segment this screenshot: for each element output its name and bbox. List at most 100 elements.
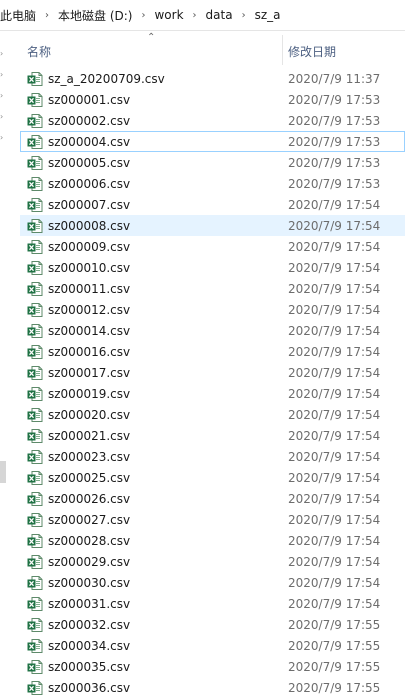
breadcrumb-item[interactable]: 本地磁盘 (D:)	[54, 7, 136, 24]
excel-csv-icon	[27, 344, 43, 360]
file-modified-date: 2020/7/9 17:54	[288, 597, 381, 611]
breadcrumb-item[interactable]: sz_a	[251, 8, 285, 22]
file-row[interactable]: sz000023.csv 2020/7/9 17:54	[20, 446, 405, 467]
excel-csv-icon	[27, 659, 43, 675]
file-name: sz000035.csv	[48, 660, 131, 674]
excel-csv-icon	[27, 407, 43, 423]
file-row[interactable]: sz000016.csv 2020/7/9 17:54	[20, 341, 405, 362]
breadcrumb-separator-icon[interactable]: ›	[188, 10, 202, 21]
file-modified-date: 2020/7/9 17:54	[288, 303, 381, 317]
file-row[interactable]: sz000025.csv 2020/7/9 17:54	[20, 467, 405, 488]
excel-csv-icon	[27, 260, 43, 276]
file-row[interactable]: sz000031.csv 2020/7/9 17:54	[20, 593, 405, 614]
file-name: sz000009.csv	[48, 240, 131, 254]
excel-csv-icon	[27, 218, 43, 234]
file-modified-date: 2020/7/9 17:54	[288, 240, 381, 254]
navigation-scrollbar[interactable]	[0, 461, 6, 483]
excel-csv-icon	[27, 512, 43, 528]
chevron-right-icon[interactable]: ›	[0, 113, 7, 121]
file-modified-date: 2020/7/9 11:37	[288, 72, 381, 86]
file-modified-date: 2020/7/9 17:54	[288, 513, 381, 527]
file-row[interactable]: sz000002.csv 2020/7/9 17:53	[20, 110, 405, 131]
chevron-right-icon[interactable]: ›	[0, 71, 7, 79]
excel-csv-icon	[27, 176, 43, 192]
excel-csv-icon	[27, 596, 43, 612]
breadcrumb-separator-icon[interactable]: ›	[40, 10, 54, 21]
excel-csv-icon	[27, 281, 43, 297]
file-row[interactable]: sz000012.csv 2020/7/9 17:54	[20, 299, 405, 320]
file-row[interactable]: sz000036.csv 2020/7/9 17:55	[20, 677, 405, 698]
file-name: sz000006.csv	[48, 177, 131, 191]
file-name: sz000032.csv	[48, 618, 131, 632]
file-name: sz000014.csv	[48, 324, 131, 338]
file-row[interactable]: sz_a_20200709.csv 2020/7/9 11:37	[20, 68, 405, 89]
excel-csv-icon	[27, 617, 43, 633]
excel-csv-icon	[27, 491, 43, 507]
file-row[interactable]: sz000009.csv 2020/7/9 17:54	[20, 236, 405, 257]
navigation-pane: › › › › ›	[0, 31, 10, 700]
file-name: sz000005.csv	[48, 156, 131, 170]
file-modified-date: 2020/7/9 17:55	[288, 660, 381, 674]
file-row[interactable]: sz000029.csv 2020/7/9 17:54	[20, 551, 405, 572]
excel-csv-icon	[27, 554, 43, 570]
file-modified-date: 2020/7/9 17:55	[288, 618, 381, 632]
chevron-right-icon[interactable]: ›	[0, 92, 7, 100]
file-name: sz000016.csv	[48, 345, 131, 359]
file-row[interactable]: sz000019.csv 2020/7/9 17:54	[20, 383, 405, 404]
excel-csv-icon	[27, 638, 43, 654]
breadcrumb-item[interactable]: work	[150, 8, 187, 22]
file-modified-date: 2020/7/9 17:54	[288, 450, 381, 464]
file-name: sz000019.csv	[48, 387, 131, 401]
file-modified-date: 2020/7/9 17:54	[288, 492, 381, 506]
file-modified-date: 2020/7/9 17:53	[288, 114, 381, 128]
file-row[interactable]: sz000011.csv 2020/7/9 17:54	[20, 278, 405, 299]
excel-csv-icon	[27, 680, 43, 696]
file-name: sz000036.csv	[48, 681, 131, 695]
excel-csv-icon	[27, 428, 43, 444]
file-row[interactable]: sz000017.csv 2020/7/9 17:54	[20, 362, 405, 383]
file-row[interactable]: sz000030.csv 2020/7/9 17:54	[20, 572, 405, 593]
excel-csv-icon	[27, 575, 43, 591]
file-modified-date: 2020/7/9 17:54	[288, 219, 381, 233]
excel-csv-icon	[27, 470, 43, 486]
file-row[interactable]: sz000006.csv 2020/7/9 17:53	[20, 173, 405, 194]
file-modified-date: 2020/7/9 17:54	[288, 282, 381, 296]
chevron-right-icon[interactable]: ›	[0, 50, 7, 58]
breadcrumb-separator-icon[interactable]: ›	[136, 10, 150, 21]
file-row[interactable]: sz000005.csv 2020/7/9 17:53	[20, 152, 405, 173]
chevron-right-icon[interactable]: ›	[0, 134, 7, 142]
file-modified-date: 2020/7/9 17:53	[288, 135, 381, 149]
file-row[interactable]: sz000032.csv 2020/7/9 17:55	[20, 614, 405, 635]
breadcrumb-separator-icon[interactable]: ›	[237, 10, 251, 21]
file-modified-date: 2020/7/9 17:54	[288, 471, 381, 485]
file-row[interactable]: sz000008.csv 2020/7/9 17:54	[20, 215, 405, 236]
file-row[interactable]: sz000021.csv 2020/7/9 17:54	[20, 425, 405, 446]
file-row[interactable]: sz000020.csv 2020/7/9 17:54	[20, 404, 405, 425]
file-modified-date: 2020/7/9 17:55	[288, 681, 381, 695]
file-row[interactable]: sz000026.csv 2020/7/9 17:54	[20, 488, 405, 509]
file-name: sz_a_20200709.csv	[48, 72, 165, 86]
file-modified-date: 2020/7/9 17:53	[288, 93, 381, 107]
file-name: sz000010.csv	[48, 261, 131, 275]
breadcrumb-item[interactable]: data	[202, 8, 237, 22]
column-divider[interactable]	[282, 35, 283, 65]
breadcrumb: 此电脑 › 本地磁盘 (D:) › work › data › sz_a	[0, 0, 405, 31]
file-row[interactable]: sz000001.csv 2020/7/9 17:53	[20, 89, 405, 110]
file-row[interactable]: sz000007.csv 2020/7/9 17:54	[20, 194, 405, 215]
file-rows: sz_a_20200709.csv 2020/7/9 11:37 sz000001.…	[20, 68, 405, 698]
file-row[interactable]: sz000010.csv 2020/7/9 17:54	[20, 257, 405, 278]
column-header-name[interactable]: 名称	[27, 43, 51, 60]
file-row[interactable]: sz000034.csv 2020/7/9 17:55	[20, 635, 405, 656]
file-row[interactable]: sz000014.csv 2020/7/9 17:54	[20, 320, 405, 341]
excel-csv-icon	[27, 113, 43, 129]
file-modified-date: 2020/7/9 17:54	[288, 198, 381, 212]
file-modified-date: 2020/7/9 17:53	[288, 177, 381, 191]
file-name: sz000011.csv	[48, 282, 131, 296]
excel-csv-icon	[27, 533, 43, 549]
breadcrumb-item[interactable]: 此电脑	[0, 7, 40, 24]
file-row[interactable]: sz000035.csv 2020/7/9 17:55	[20, 656, 405, 677]
column-header-date[interactable]: 修改日期	[288, 43, 336, 60]
file-row[interactable]: sz000028.csv 2020/7/9 17:54	[20, 530, 405, 551]
file-row[interactable]: sz000004.csv 2020/7/9 17:53	[20, 131, 405, 152]
file-row[interactable]: sz000027.csv 2020/7/9 17:54	[20, 509, 405, 530]
